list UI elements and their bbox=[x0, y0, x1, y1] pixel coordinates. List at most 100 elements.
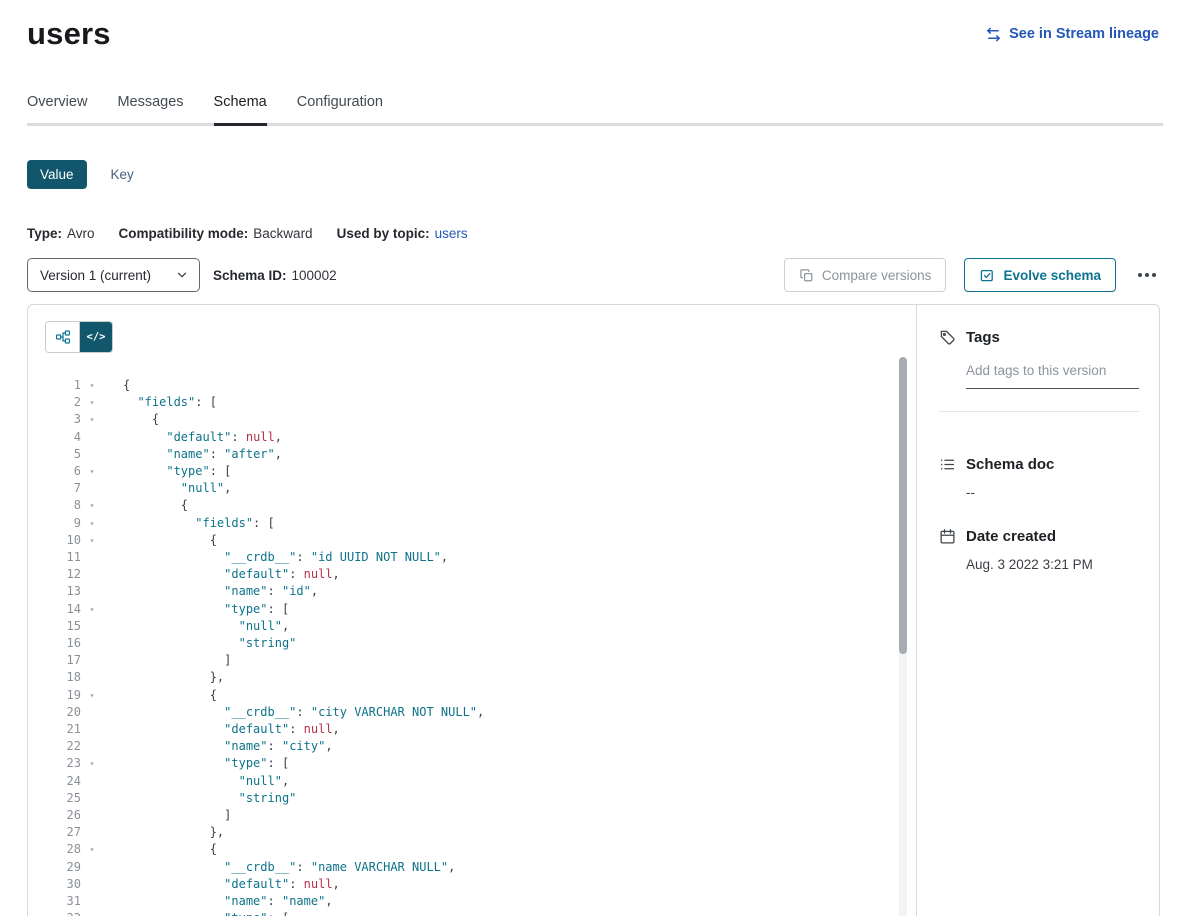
code-line: 28▾ { bbox=[45, 841, 916, 858]
code-line: 27 }, bbox=[45, 824, 916, 841]
line-number: 23 bbox=[45, 755, 81, 772]
line-number: 27 bbox=[45, 824, 81, 841]
tab-schema[interactable]: Schema bbox=[214, 94, 267, 126]
tab-overview[interactable]: Overview bbox=[27, 94, 87, 123]
list-icon bbox=[939, 456, 956, 473]
line-number: 5 bbox=[45, 446, 81, 463]
evolve-schema-label: Evolve schema bbox=[1003, 268, 1101, 283]
code-text: "fields": [ bbox=[123, 394, 217, 411]
line-number: 15 bbox=[45, 618, 81, 635]
fold-spacer bbox=[86, 549, 98, 566]
code-text: "default": null, bbox=[123, 566, 340, 583]
line-number: 29 bbox=[45, 859, 81, 876]
fold-spacer bbox=[86, 429, 98, 446]
code-line: 22 "name": "city", bbox=[45, 738, 916, 755]
code-line: 23▾ "type": [ bbox=[45, 755, 916, 772]
line-number: 9 bbox=[45, 515, 81, 532]
schema-controls: Version 1 (current) Schema ID:100002 Com… bbox=[27, 258, 1160, 292]
code-text: "__crdb__": "city VARCHAR NOT NULL", bbox=[123, 704, 484, 721]
code-line: 25 "string" bbox=[45, 790, 916, 807]
fold-toggle-icon[interactable]: ▾ bbox=[86, 601, 98, 618]
line-number: 13 bbox=[45, 583, 81, 600]
compatibility-meta: Compatibility mode:Backward bbox=[119, 226, 313, 241]
value-key-toggle: Value Key bbox=[27, 160, 1189, 189]
code-line: 3▾ { bbox=[45, 411, 916, 428]
fold-toggle-icon[interactable]: ▾ bbox=[86, 687, 98, 704]
line-number: 24 bbox=[45, 773, 81, 790]
code-text: "__crdb__": "name VARCHAR NULL", bbox=[123, 859, 455, 876]
code-text: "default": null, bbox=[123, 876, 340, 893]
code-line: 26 ] bbox=[45, 807, 916, 824]
code-text: { bbox=[123, 532, 217, 549]
tab-messages[interactable]: Messages bbox=[117, 94, 183, 123]
stream-lineage-label: See in Stream lineage bbox=[1009, 26, 1159, 42]
line-number: 4 bbox=[45, 429, 81, 446]
topic-link[interactable]: users bbox=[435, 226, 468, 241]
tab-configuration[interactable]: Configuration bbox=[297, 94, 383, 123]
fold-toggle-icon[interactable]: ▾ bbox=[86, 841, 98, 858]
fold-toggle-icon[interactable]: ▾ bbox=[86, 515, 98, 532]
fold-toggle-icon[interactable]: ▾ bbox=[86, 394, 98, 411]
chevron-down-icon bbox=[175, 268, 189, 282]
code-text: ] bbox=[123, 652, 231, 669]
type-label: Type: bbox=[27, 226, 62, 241]
fold-spacer bbox=[86, 446, 98, 463]
code-text: "string" bbox=[123, 635, 296, 652]
page-header: users See in Stream lineage bbox=[0, 0, 1189, 52]
code-line: 17 ] bbox=[45, 652, 916, 669]
code-view-button[interactable]: </> bbox=[79, 322, 112, 352]
line-number: 7 bbox=[45, 480, 81, 497]
editor-view-toggle: </> bbox=[45, 321, 113, 353]
line-number: 6 bbox=[45, 463, 81, 480]
code-line: 18 }, bbox=[45, 669, 916, 686]
ellipsis-icon bbox=[1136, 265, 1158, 285]
compatibility-label: Compatibility mode: bbox=[119, 226, 249, 241]
code-line: 13 "name": "id", bbox=[45, 583, 916, 600]
code-text: "null", bbox=[123, 480, 231, 497]
evolve-schema-button[interactable]: Evolve schema bbox=[964, 258, 1116, 292]
schema-meta: Type:Avro Compatibility mode:Backward Us… bbox=[27, 226, 1189, 241]
tags-section: Tags bbox=[939, 329, 1139, 412]
code-line: 32▾ "type": [ bbox=[45, 910, 916, 916]
code-text: { bbox=[123, 687, 217, 704]
value-toggle-button[interactable]: Value bbox=[27, 160, 87, 189]
fold-spacer bbox=[86, 893, 98, 910]
line-number: 32 bbox=[45, 910, 81, 916]
fold-toggle-icon[interactable]: ▾ bbox=[86, 532, 98, 549]
compare-versions-button[interactable]: Compare versions bbox=[784, 258, 947, 292]
fold-toggle-icon[interactable]: ▾ bbox=[86, 463, 98, 480]
code-line: 1▾{ bbox=[45, 377, 916, 394]
code-text: "fields": [ bbox=[123, 515, 275, 532]
tree-view-icon bbox=[55, 329, 71, 345]
code-line: 20 "__crdb__": "city VARCHAR NOT NULL", bbox=[45, 704, 916, 721]
key-toggle-button[interactable]: Key bbox=[109, 160, 136, 189]
schema-doc-value: -- bbox=[966, 485, 1139, 500]
date-created-title: Date created bbox=[966, 528, 1056, 545]
code-line: 30 "default": null, bbox=[45, 876, 916, 893]
line-number: 2 bbox=[45, 394, 81, 411]
tree-view-button[interactable] bbox=[46, 322, 79, 352]
line-number: 28 bbox=[45, 841, 81, 858]
scrollbar-thumb[interactable] bbox=[899, 357, 907, 654]
line-number: 25 bbox=[45, 790, 81, 807]
more-options-button[interactable] bbox=[1134, 261, 1160, 289]
schema-id: Schema ID:100002 bbox=[213, 268, 337, 283]
code-text: "default": null, bbox=[123, 721, 340, 738]
code-line: 21 "default": null, bbox=[45, 721, 916, 738]
code-line: 8▾ { bbox=[45, 497, 916, 514]
stream-lineage-link[interactable]: See in Stream lineage bbox=[985, 26, 1159, 43]
fold-toggle-icon[interactable]: ▾ bbox=[86, 497, 98, 514]
code-text: "default": null, bbox=[123, 429, 282, 446]
editor-scrollbar[interactable] bbox=[899, 357, 907, 916]
version-select[interactable]: Version 1 (current) bbox=[27, 258, 200, 292]
code-line: 19▾ { bbox=[45, 687, 916, 704]
code-text: "name": "id", bbox=[123, 583, 318, 600]
calendar-icon bbox=[939, 528, 956, 545]
line-number: 10 bbox=[45, 532, 81, 549]
fold-toggle-icon[interactable]: ▾ bbox=[86, 411, 98, 428]
fold-toggle-icon[interactable]: ▾ bbox=[86, 755, 98, 772]
add-tags-input[interactable] bbox=[966, 360, 1139, 389]
line-number: 8 bbox=[45, 497, 81, 514]
fold-toggle-icon[interactable]: ▾ bbox=[86, 377, 98, 394]
fold-toggle-icon[interactable]: ▾ bbox=[86, 910, 98, 916]
